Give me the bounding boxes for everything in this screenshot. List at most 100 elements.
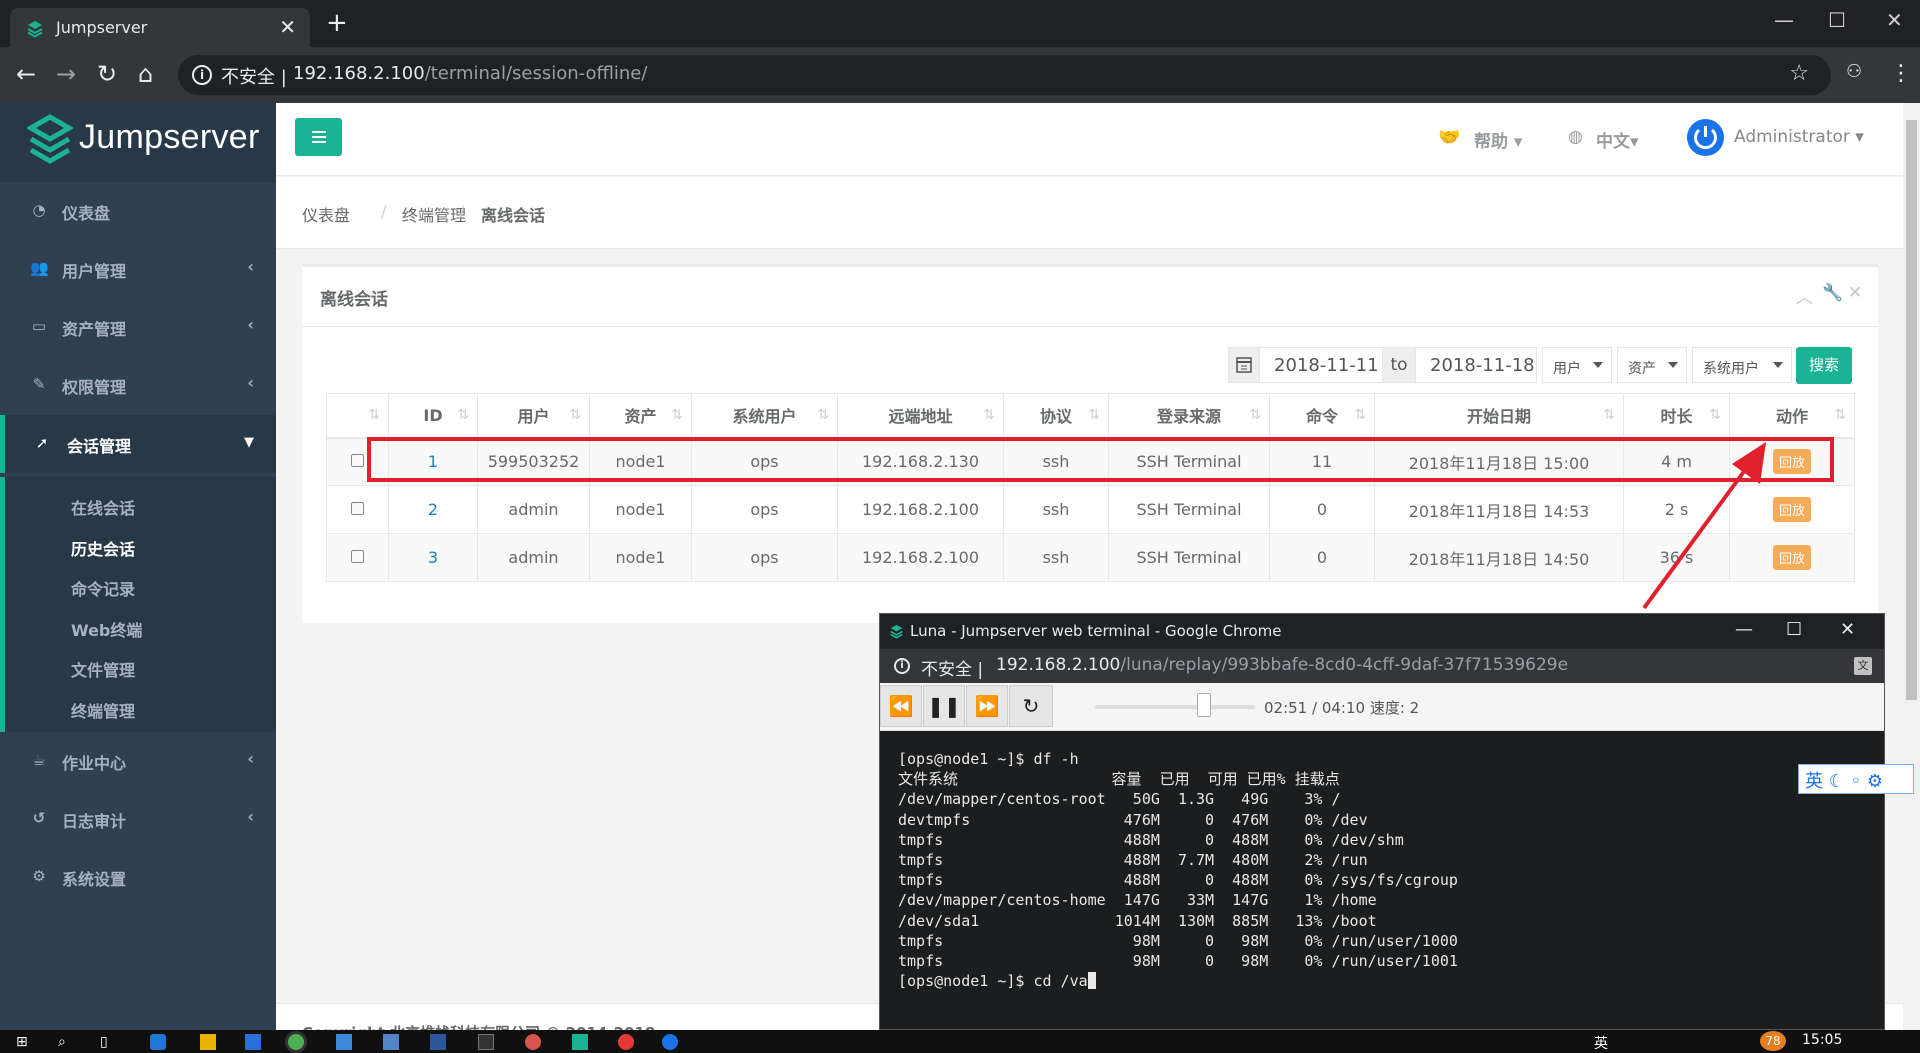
sidebar-item-sessions[interactable]: ➚ 会话管理 ▼ xyxy=(0,415,276,473)
progress-slider-handle[interactable] xyxy=(1196,693,1211,717)
maximize-icon[interactable]: ☐ xyxy=(1786,619,1802,640)
col-commands[interactable]: 命令 ⇅ xyxy=(1269,393,1375,439)
avatar[interactable] xyxy=(1687,119,1724,156)
app-icon[interactable] xyxy=(525,1034,541,1050)
select-all-header[interactable]: ⇅ xyxy=(326,393,389,439)
windows-start-icon[interactable]: ⊞ xyxy=(16,1034,32,1050)
col-remote[interactable]: 远端地址 ⇅ xyxy=(837,393,1004,439)
breadcrumb-terminal[interactable]: 终端管理 xyxy=(402,202,466,226)
minimize-icon[interactable]: — xyxy=(1774,8,1794,32)
date-from-input[interactable]: 2018-11-11 xyxy=(1259,347,1383,383)
submenu-files[interactable]: 文件管理 xyxy=(71,657,135,681)
pause-button[interactable]: ❚❚ xyxy=(923,685,965,727)
app-icon[interactable] xyxy=(336,1034,352,1050)
bookmark-star-icon[interactable]: ☆ xyxy=(1789,61,1809,86)
new-tab-button[interactable]: + xyxy=(326,10,348,36)
dashboard-icon: ◔ xyxy=(32,201,46,219)
sidebar-item-perms[interactable]: ✎ 权限管理 ‹ xyxy=(0,356,276,414)
col-start[interactable]: 开始日期 ⇅ xyxy=(1374,393,1624,439)
submenu-terminals[interactable]: 终端管理 xyxy=(71,698,135,722)
tab-close-icon[interactable]: ✕ xyxy=(279,15,296,39)
chrome-icon[interactable] xyxy=(288,1034,304,1050)
forward-icon[interactable]: → xyxy=(56,61,76,87)
calendar-icon[interactable] xyxy=(1228,347,1260,383)
sidebar-toggle-button[interactable] xyxy=(295,118,342,156)
browser-tab[interactable]: Jumpserver ✕ xyxy=(10,8,310,47)
submenu-history[interactable]: 历史会话 xyxy=(71,536,135,560)
progress-track[interactable] xyxy=(1095,705,1255,709)
reload-icon[interactable]: ↻ xyxy=(97,61,117,87)
col-action[interactable]: 动作 ⇅ xyxy=(1729,393,1855,439)
search-button[interactable]: 搜索 xyxy=(1796,347,1852,384)
user-filter-select[interactable]: 用户 xyxy=(1542,347,1612,383)
notification-badge[interactable]: 78 xyxy=(1760,1031,1786,1051)
restart-button[interactable]: ↻ xyxy=(1009,685,1053,727)
extension-icon[interactable]: ⚇ xyxy=(1846,61,1862,82)
sidebar-item-assets[interactable]: ▭ 资产管理 ‹ xyxy=(0,298,276,356)
app-icon[interactable] xyxy=(572,1034,588,1050)
address-bar[interactable]: i 不安全 | 192.168.2.100/terminal/session-o… xyxy=(178,55,1831,95)
chrome-menu-icon[interactable]: ⋮ xyxy=(1890,61,1912,86)
app-icon[interactable] xyxy=(618,1034,634,1050)
search-icon[interactable]: ⌕ xyxy=(58,1034,74,1050)
brand-logo[interactable]: Jumpserver xyxy=(0,103,276,182)
word-icon[interactable] xyxy=(430,1034,446,1050)
fast-forward-icon: ⏩ xyxy=(974,694,1000,718)
language-menu[interactable]: 中文▾ xyxy=(1596,127,1639,152)
row-checkbox[interactable] xyxy=(326,533,389,582)
close-icon[interactable]: ✕ xyxy=(1848,283,1862,303)
col-source[interactable]: 登录来源 ⇅ xyxy=(1108,393,1270,439)
col-system-user[interactable]: 系统用户 ⇅ xyxy=(691,393,838,439)
edge-icon[interactable] xyxy=(150,1034,166,1050)
col-duration[interactable]: 时长 ⇅ xyxy=(1623,393,1730,439)
help-menu[interactable]: 帮助 ▾ xyxy=(1474,127,1522,152)
submenu-online[interactable]: 在线会话 xyxy=(71,495,135,519)
terminal-line: 文件系统 容量 已用 可用 已用% 挂载点 xyxy=(898,770,1340,789)
col-asset[interactable]: 资产 ⇅ xyxy=(589,393,692,439)
home-icon[interactable]: ⌂ xyxy=(138,61,153,87)
asset-filter-select[interactable]: 资产 xyxy=(1617,347,1687,383)
row-checkbox[interactable] xyxy=(326,485,389,534)
scrollbar-thumb[interactable] xyxy=(1906,120,1917,700)
sidebar-item-users[interactable]: 👥 用户管理 ‹ xyxy=(0,240,276,298)
explorer-icon[interactable] xyxy=(200,1034,216,1050)
info-icon[interactable]: i xyxy=(894,658,910,674)
breadcrumb-dashboard[interactable]: 仪表盘 xyxy=(302,202,350,226)
fast-forward-button[interactable]: ⏩ xyxy=(966,685,1008,727)
replay-window-titlebar[interactable]: Luna - Jumpserver web terminal - Google … xyxy=(880,614,1884,649)
window-close-icon[interactable]: ✕ xyxy=(1840,619,1855,640)
system-user-filter-select[interactable]: 系统用户 xyxy=(1692,347,1792,383)
date-to-input[interactable]: 2018-11-18 xyxy=(1415,347,1537,383)
terminal-app-icon[interactable] xyxy=(478,1034,494,1050)
ime-toolbar[interactable]: 英 ☾ ◦ ⚙ xyxy=(1798,764,1914,794)
sidebar-item-dashboard[interactable]: ◔ 仪表盘 xyxy=(0,182,276,240)
submenu-web-terminal[interactable]: Web终端 xyxy=(71,617,142,641)
maximize-icon[interactable]: ☐ xyxy=(1828,8,1846,32)
col-id[interactable]: ID ⇅ xyxy=(388,393,478,439)
cell-id[interactable]: 3 xyxy=(388,533,478,582)
terminal-line: tmpfs 488M 0 488M 0% /dev/shm xyxy=(898,830,1404,849)
sidebar-item-jobs[interactable]: ☕ 作业中心 ‹ xyxy=(0,732,276,790)
col-user[interactable]: 用户 ⇅ xyxy=(477,393,590,439)
mail-icon[interactable] xyxy=(383,1034,399,1050)
store-icon[interactable] xyxy=(245,1034,261,1050)
sidebar-item-audit[interactable]: ↺ 日志审计 ‹ xyxy=(0,790,276,848)
back-icon[interactable]: ← xyxy=(16,61,36,87)
translate-icon[interactable]: 文 xyxy=(1854,657,1872,675)
tab-title: Jumpserver xyxy=(56,18,148,37)
window-close-icon[interactable]: ✕ xyxy=(1886,8,1903,32)
app-icon[interactable] xyxy=(662,1034,678,1050)
task-view-icon[interactable]: ▯ xyxy=(100,1034,116,1050)
sidebar-item-settings[interactable]: ⚙ 系统设置 xyxy=(0,848,276,906)
replay-address-bar[interactable]: i 不安全 | 192.168.2.100/luna/replay/993bba… xyxy=(880,649,1884,683)
submenu-commands[interactable]: 命令记录 xyxy=(71,576,135,600)
collapse-icon[interactable]: ︿ xyxy=(1796,283,1813,308)
ime-language-indicator[interactable]: 英 xyxy=(1594,1033,1610,1052)
rewind-button[interactable]: ⏪ xyxy=(880,685,922,727)
info-icon[interactable]: i xyxy=(192,65,212,85)
cell-id[interactable]: 2 xyxy=(388,485,478,534)
col-protocol[interactable]: 协议 ⇅ xyxy=(1003,393,1109,439)
minimize-icon[interactable]: — xyxy=(1735,619,1753,640)
wrench-icon[interactable]: 🔧 xyxy=(1822,283,1843,303)
user-menu[interactable]: Administrator ▾ xyxy=(1734,127,1864,147)
